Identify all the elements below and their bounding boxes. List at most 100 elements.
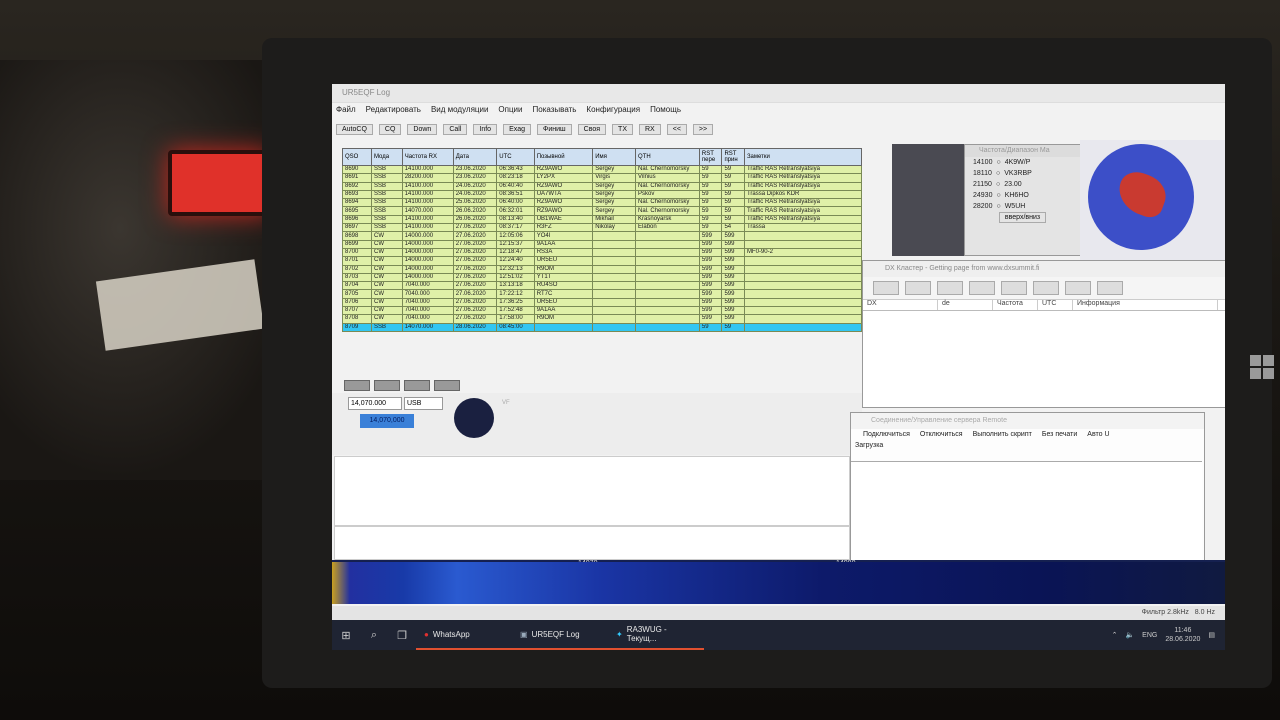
toolbar-button[interactable]: Call [443,123,468,135]
language-indicator[interactable]: ENG [1142,632,1157,639]
band-row[interactable]: 21150 ○ 23.00 [965,179,1080,190]
table-row[interactable]: 8705 CW 7040.000 27.06.2020 17:22:12 RT7C 599 5… [342,289,863,299]
band-button[interactable] [1065,281,1091,295]
cluster-column-header[interactable]: Частота [993,300,1038,310]
menu-item[interactable]: Вид модуляции [431,103,488,117]
table-row[interactable]: 8694 SSB 14100.000 25.06.2020 06:40:00 RZ9AWO… [342,198,863,208]
column-header[interactable]: Дата [452,148,498,166]
table-row[interactable]: 8702 CW 14000.000 27.06.2020 12:32:13 R9OM 599… [342,264,863,274]
notes-area[interactable] [334,456,850,526]
radio-button-icon[interactable]: ○ [996,190,1000,201]
radio-button-icon[interactable]: ○ [996,168,1000,179]
remote-menu-item[interactable]: Авто U [1087,429,1109,441]
filter2-button[interactable] [1033,281,1059,295]
toolbar-button[interactable]: Info [473,123,498,135]
toolbar-button[interactable]: Down [407,123,438,135]
toolbar-button[interactable]: Финиш [537,123,572,135]
arrow-button[interactable] [937,281,963,295]
menu-item[interactable]: Опции [498,103,522,117]
remote-menu-item[interactable]: Без печати [1042,429,1077,441]
menu-item[interactable]: Конфигурация [586,103,640,117]
toolbar-button[interactable]: << [666,123,687,135]
table-row[interactable]: 8709 SSB 14070.000 28.06.2020 08:45:00 59 59 [342,322,863,332]
menu-item[interactable]: Помощь [650,103,681,117]
chevron-up-icon[interactable]: ⌃ [1112,631,1118,639]
remote-menu-load[interactable]: Загрузка [851,441,1204,451]
table-row[interactable]: 8697 SSB 14100.000 27.06.2020 08:37:17 R3FZ Ni… [342,223,863,233]
table-row[interactable]: 8701 CW 14000.000 27.06.2020 12:24:40 UR5EU 59… [342,256,863,266]
tuning-knob[interactable] [454,398,494,438]
message-area[interactable] [334,526,850,560]
table-row[interactable]: 8698 CW 14000.000 27.06.2020 12:05:06 YO4I 599… [342,231,863,241]
remote-menu-item[interactable]: Выполнить скрипт [973,429,1032,441]
column-header[interactable]: RST прин [721,148,745,166]
remote-menu-item[interactable]: Подключиться [863,429,910,441]
band-row[interactable]: 24930 ○ KH6HO [965,190,1080,201]
search-icon[interactable]: ⌕ [360,620,388,650]
toolbar-button[interactable]: Exag [503,123,532,135]
table-row[interactable]: 8704 CW 7040.000 27.06.2020 13:13:18 RU4SO 599… [342,281,863,291]
menu-item[interactable]: Показывать [533,103,577,117]
table-row[interactable]: 8706 CW 7040.000 27.06.2020 17:36:25 UR5EU 599… [342,297,863,308]
headphones-icon[interactable] [905,281,931,295]
menu-item[interactable]: Файл [336,103,356,117]
filter-button[interactable] [1001,281,1027,295]
qso-log-table[interactable]: QSO Мода Частота RX Дата UTC Позывной Имя QTH RS… [342,148,863,332]
qso-button-1[interactable] [344,380,370,391]
column-header[interactable]: Мода [370,148,403,166]
table-row[interactable]: 8703 CW 14000.000 27.06.2020 12:51:02 YT1T 599… [342,272,863,283]
toolbar-button[interactable]: TX [612,123,633,135]
qso-button-3[interactable] [404,380,430,391]
table-row[interactable]: 8707 CW 7040.000 27.06.2020 17:52:48 9A1AA 599… [342,306,863,316]
table-row[interactable]: 8693 SSB 14100.000 24.06.2020 08:36:51 UA7WTA… [342,189,863,200]
table-row[interactable]: 8700 CW 14000.000 27.06.2020 12:18:47 RS3A 599… [342,247,863,258]
column-header[interactable]: Позывной [533,148,594,166]
start-button-icon[interactable]: ⊞ [332,620,360,650]
table-row[interactable]: 8699 CW 14000.000 27.06.2020 12:15:37 9A1AA 59… [342,239,863,249]
table-row[interactable]: 8690 SSB 14100.000 23.06.2020 06:36:43 RZ9AWO… [342,164,863,175]
cluster-column-header[interactable]: Информация [1073,300,1218,310]
column-header[interactable]: QTH [635,148,700,166]
radio-button-icon[interactable]: ○ [996,157,1000,168]
qso-button-4[interactable] [434,380,460,391]
toolbar-button[interactable]: AutoCQ [336,123,373,135]
column-header[interactable]: UTC [496,148,535,166]
frequency-select[interactable]: 14,070.000 [348,397,402,410]
toolbar-button[interactable]: RX [639,123,661,135]
menu-item[interactable]: Редактировать [366,103,421,117]
task-view-icon[interactable]: ❐ [388,620,416,650]
notification-icon[interactable]: ▤ [1208,631,1215,639]
cluster-column-header[interactable]: UTC [1038,300,1073,310]
radio-button-icon[interactable]: ○ [996,201,1000,212]
band-scroll-button[interactable]: вверх/вниз [998,212,1047,223]
taskbar-app-log[interactable]: ▣ UR5EQF Log [512,620,608,650]
waterfall-display[interactable] [332,562,1225,604]
toolbar-button[interactable]: Своя [577,123,607,135]
column-header[interactable]: Имя [592,148,637,166]
mode-select[interactable]: USB [404,397,443,410]
qso-button-2[interactable] [374,380,400,391]
column-header[interactable]: RST пере [698,148,723,166]
band-row[interactable]: 28200 ○ W5UH [965,201,1080,212]
remote-menu-item[interactable]: Отключиться [920,429,963,441]
toolbar-button[interactable]: >> [692,123,714,135]
radio-button-icon[interactable]: ○ [996,179,1000,190]
table-row[interactable]: 8691 SSB 28200.000 23.06.2020 08:23:18 LY2PX V… [342,173,863,183]
taskbar-app-browser[interactable]: ✦ RA3WUG - Текущ... [608,620,704,650]
band-row[interactable]: 14100 ○ 4K9W/P [965,157,1080,168]
clock[interactable]: 11:46 28.06.2020 [1165,626,1200,644]
band-row[interactable]: 18110 ○ VK3RBP [965,168,1080,179]
toolbar-button[interactable]: CQ [378,123,402,135]
table-row[interactable]: 8695 SSB 14070.000 26.06.2020 06:32:01 RZ9AWO… [342,206,863,216]
settings-button[interactable] [1097,281,1123,295]
table-row[interactable]: 8692 SSB 14100.000 24.06.2020 06:40:40 RZ9AWO… [342,181,863,191]
table-row[interactable]: 8696 SSB 14100.000 26.06.2020 08:13:40 UB1WAE… [342,214,863,225]
cluster-column-header[interactable]: DX [863,300,938,310]
table-row[interactable]: 8708 CW 7040.000 27.06.2020 17:58:00 R9OM 599 5… [342,314,863,324]
page-button[interactable] [969,281,995,295]
volume-icon[interactable]: 🔈 [1125,631,1134,639]
cluster-column-header[interactable]: de [938,300,993,310]
back-button[interactable] [873,281,899,295]
taskbar-app-whatsapp[interactable]: ● WhatsApp [416,620,512,650]
column-header[interactable]: Заметки [743,148,863,166]
